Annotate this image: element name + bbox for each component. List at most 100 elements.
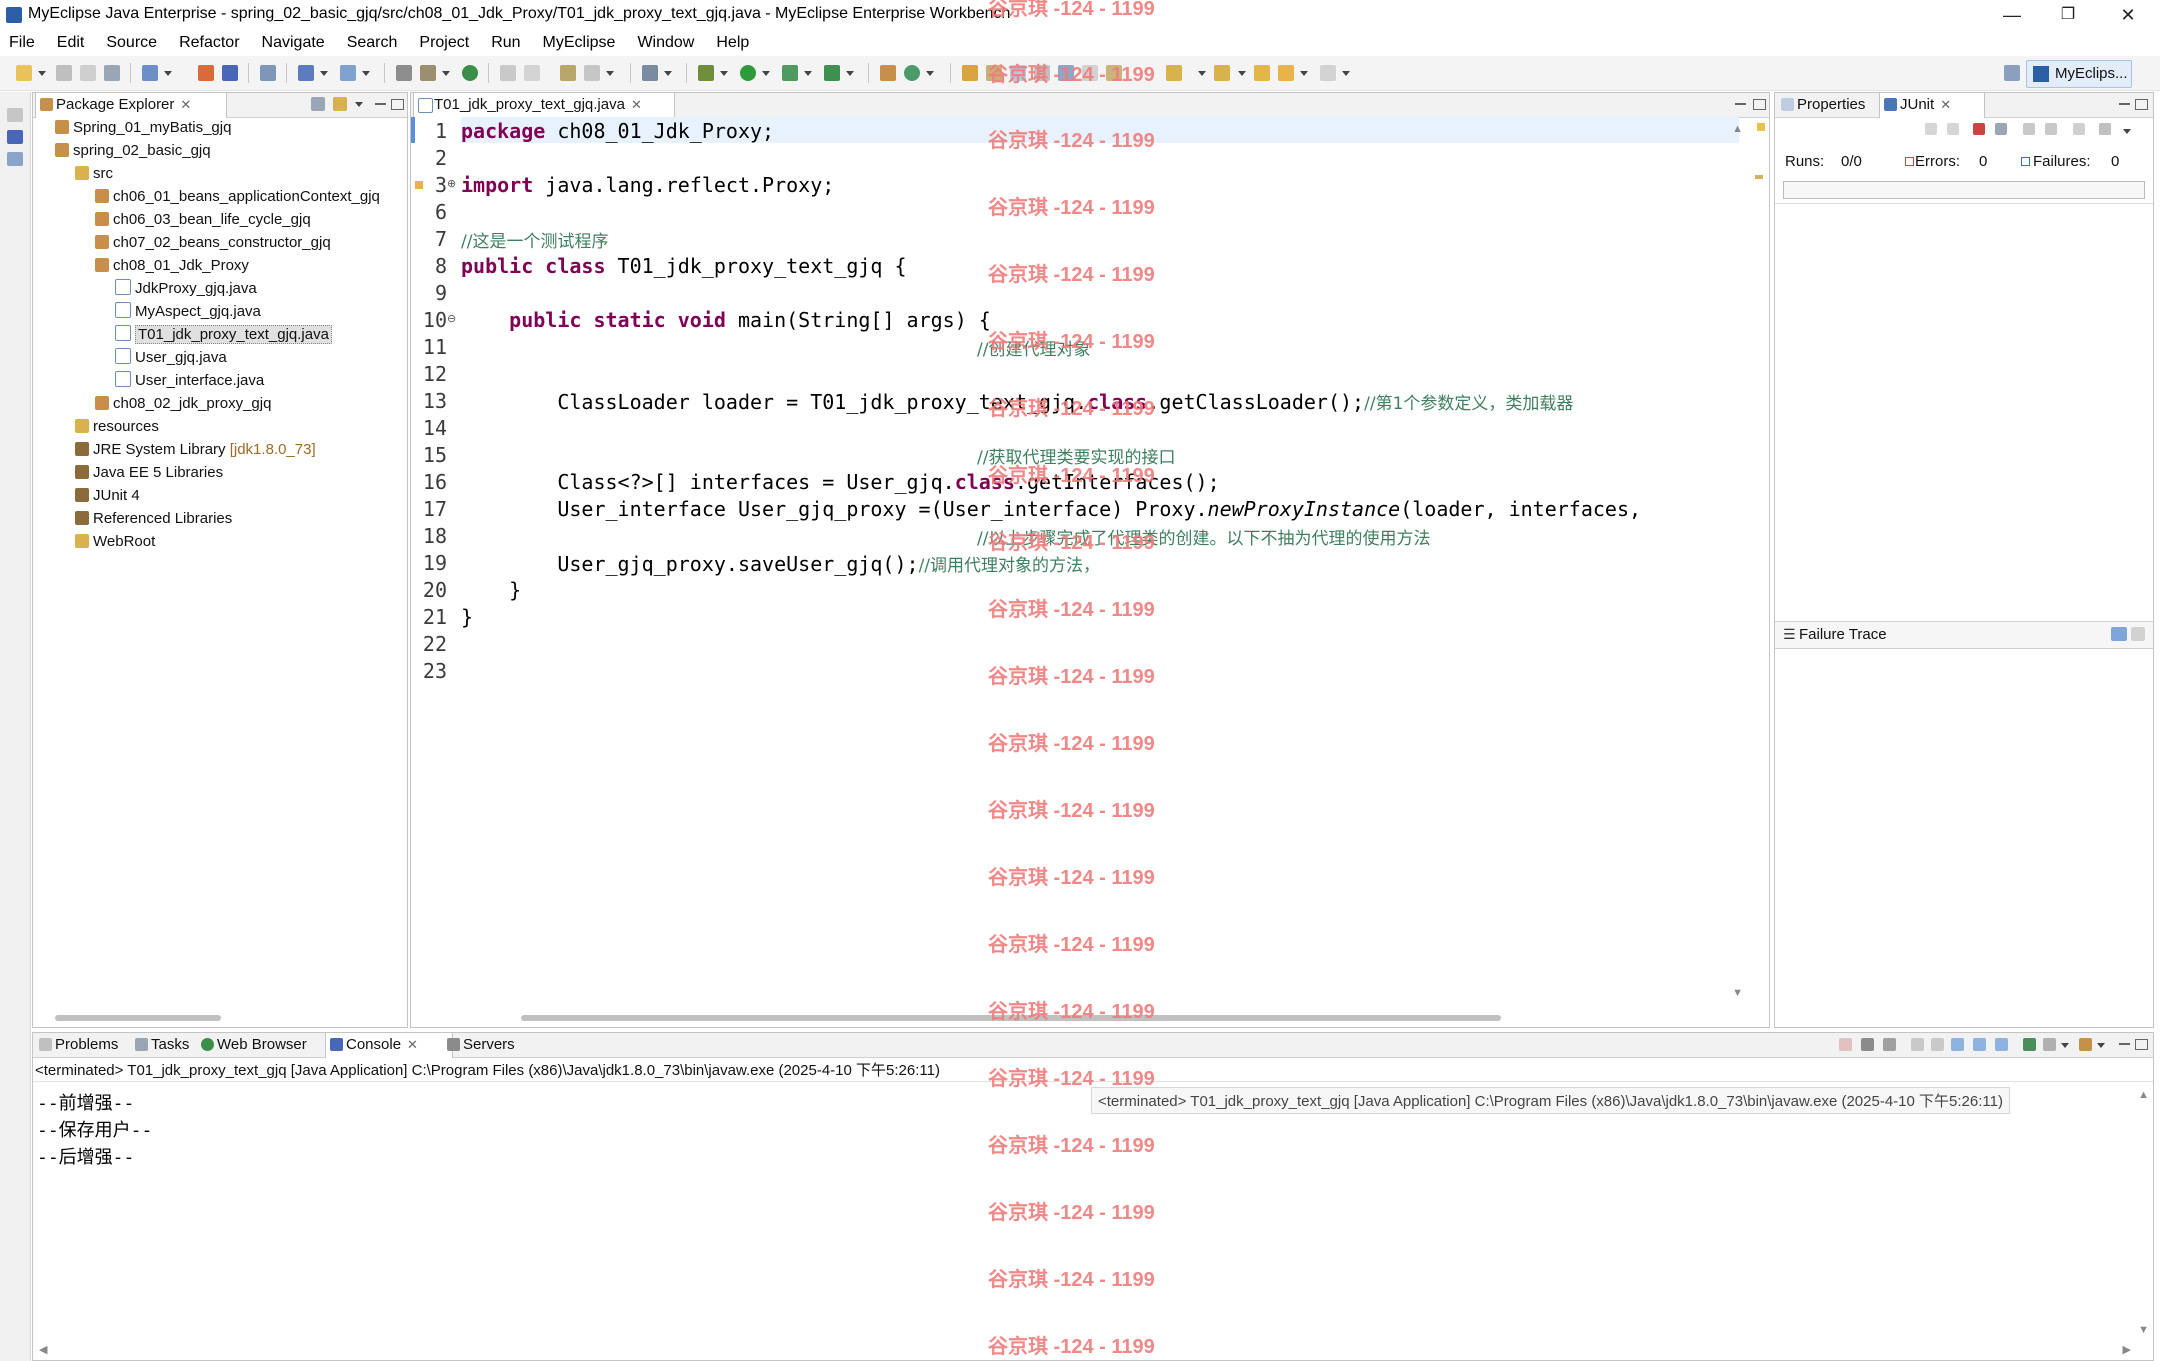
- tab-junit[interactable]: JUnit ✕: [1879, 92, 1985, 118]
- toggle-mark-icon[interactable]: [500, 65, 516, 81]
- maximize-editor-icon[interactable]: [1753, 99, 1766, 110]
- previous-failure-icon[interactable]: [1947, 123, 1959, 135]
- code-line-17[interactable]: User_interface User_gjq_proxy =(User_int…: [461, 497, 1641, 521]
- close-window-button[interactable]: ✕: [2100, 0, 2156, 30]
- rerun-failed-first-icon[interactable]: [2045, 123, 2057, 135]
- tree-package-ch08-01[interactable]: ch08_01_Jdk_Proxy: [95, 255, 249, 277]
- tree-webroot-folder[interactable]: WebRoot: [75, 531, 155, 553]
- next-annotation-icon[interactable]: [1166, 65, 1182, 81]
- scroll-up-icon[interactable]: ▲: [1732, 123, 1743, 135]
- show-failures-only-icon[interactable]: [1973, 123, 1985, 135]
- remove-launch-icon[interactable]: [1861, 1038, 1874, 1051]
- new-dropdown-icon[interactable]: [38, 71, 46, 76]
- new-class-dropdown-icon[interactable]: [926, 71, 934, 76]
- menu-refactor[interactable]: Refactor: [168, 30, 250, 56]
- save-icon[interactable]: [56, 65, 72, 81]
- open-type-icon[interactable]: [396, 65, 412, 81]
- tree-project-spring-01[interactable]: Spring_01_myBatis_gjq: [55, 117, 231, 139]
- minimize-editor-icon[interactable]: [1735, 103, 1746, 108]
- menu-run[interactable]: Run: [480, 30, 531, 56]
- scroll-lock-icon[interactable]: [1995, 123, 2007, 135]
- collapse-all-icon[interactable]: [311, 97, 325, 111]
- globe-icon[interactable]: [462, 65, 478, 81]
- debug-icon[interactable]: [698, 65, 714, 81]
- tab-web-browser[interactable]: Web Browser: [197, 1033, 341, 1057]
- next-annotation-dropdown-icon[interactable]: [1198, 71, 1206, 76]
- wizard-icon[interactable]: [298, 65, 314, 81]
- minimize-view-icon[interactable]: [2119, 103, 2130, 108]
- tree-package-ch06-03[interactable]: ch06_03_bean_life_cycle_gjq: [95, 209, 311, 231]
- debug-dropdown-icon[interactable]: [720, 71, 728, 76]
- close-icon[interactable]: ✕: [1940, 97, 1951, 112]
- deploy-dropdown-icon[interactable]: [164, 71, 172, 76]
- clear-console-icon[interactable]: [1911, 1038, 1924, 1051]
- highlight-icon[interactable]: [584, 65, 600, 81]
- code-line-10[interactable]: public static void main(String[] args) {: [461, 308, 991, 332]
- task-dropdown-icon[interactable]: [442, 71, 450, 76]
- run-dropdown-icon[interactable]: [762, 71, 770, 76]
- menu-source[interactable]: Source: [95, 30, 168, 56]
- tree-referenced-libraries[interactable]: Referenced Libraries: [75, 508, 232, 530]
- show-on-stdout-icon[interactable]: [1973, 1038, 1986, 1051]
- maximize-button[interactable]: ❐: [2040, 0, 2096, 30]
- package-explorer-hscrollbar[interactable]: [55, 1015, 221, 1021]
- code-line-3[interactable]: import java.lang.reflect.Proxy;: [461, 173, 834, 197]
- open-task-icon[interactable]: [420, 65, 436, 81]
- fold-collapse-icon[interactable]: ⊖: [447, 312, 456, 325]
- prev-annotation-dropdown-icon[interactable]: [1238, 71, 1246, 76]
- open-perspective-icon[interactable]: [2004, 65, 2020, 81]
- open-folder-icon[interactable]: [962, 65, 978, 81]
- external-tools-dropdown-icon[interactable]: [846, 71, 854, 76]
- tree-file-myaspect[interactable]: MyAspect_gjq.java: [115, 301, 261, 323]
- tree-file-t01-selected[interactable]: T01_jdk_proxy_text_gjq.java: [115, 324, 332, 346]
- menu-file[interactable]: File: [0, 30, 46, 56]
- view-menu-icon[interactable]: [355, 102, 363, 107]
- minimize-button[interactable]: —: [1984, 0, 2040, 30]
- terminal-icon[interactable]: [642, 65, 658, 81]
- stop-junit-icon[interactable]: [2073, 123, 2085, 135]
- close-icon[interactable]: ✕: [180, 97, 191, 112]
- forward-icon[interactable]: [1320, 65, 1336, 81]
- tree-package-ch06-01[interactable]: ch06_01_beans_applicationContext_gjq: [95, 186, 380, 208]
- perspective-myeclipse-button[interactable]: MyEclips...: [2026, 60, 2132, 88]
- wizard-dropdown-icon[interactable]: [320, 71, 328, 76]
- tree-javaee-libraries[interactable]: Java EE 5 Libraries: [75, 462, 223, 484]
- scroll-lock-icon[interactable]: [1931, 1038, 1944, 1051]
- tree-file-user-gjq[interactable]: User_gjq.java: [115, 347, 227, 369]
- coverage-dropdown-icon[interactable]: [804, 71, 812, 76]
- display-console-dropdown-icon[interactable]: [2061, 1043, 2069, 1048]
- junit-view-menu-icon[interactable]: [2123, 129, 2131, 134]
- menu-window[interactable]: Window: [626, 30, 705, 56]
- new-icon[interactable]: [16, 65, 32, 81]
- code-line-7[interactable]: //这是一个测试程序: [461, 227, 608, 252]
- console-scroll-up-icon[interactable]: ▲: [2138, 1089, 2149, 1101]
- display-console-icon[interactable]: [2043, 1038, 2056, 1051]
- search-dropdown-icon[interactable]: [362, 71, 370, 76]
- open-console-icon[interactable]: [2079, 1038, 2092, 1051]
- show-on-stderr-icon[interactable]: [1995, 1038, 2008, 1051]
- terminal-dropdown-icon[interactable]: [664, 71, 672, 76]
- console-scroll-left-icon[interactable]: ◀: [39, 1343, 47, 1356]
- menu-edit[interactable]: Edit: [46, 30, 96, 56]
- remove-all-terminated-icon[interactable]: [1883, 1038, 1896, 1051]
- close-icon[interactable]: ✕: [631, 97, 642, 112]
- code-line-1[interactable]: package ch08_01_Jdk_Proxy;: [461, 119, 774, 143]
- rerun-test-icon[interactable]: [2023, 123, 2035, 135]
- maximize-view-icon[interactable]: [2135, 1039, 2148, 1050]
- code-line-8[interactable]: public class T01_jdk_proxy_text_gjq {: [461, 254, 907, 278]
- code-line-20[interactable]: }: [461, 578, 521, 602]
- scroll-down-icon[interactable]: ▼: [1732, 987, 1743, 999]
- deploy-icon[interactable]: [142, 65, 158, 81]
- server-icon[interactable]: [198, 65, 214, 81]
- tab-package-explorer[interactable]: Package Explorer ✕: [35, 92, 227, 118]
- filter-stack-icon[interactable]: [2111, 627, 2127, 641]
- back-icon[interactable]: [1278, 65, 1294, 81]
- tab-properties[interactable]: Properties: [1777, 93, 1893, 117]
- save-all-icon[interactable]: [80, 65, 96, 81]
- tab-console[interactable]: Console ✕: [325, 1032, 453, 1058]
- tab-servers[interactable]: Servers: [443, 1033, 555, 1057]
- forward-dropdown-icon[interactable]: [1342, 71, 1350, 76]
- highlight-dropdown-icon[interactable]: [606, 71, 614, 76]
- tree-src-folder[interactable]: src: [75, 163, 113, 185]
- open-console-dropdown-icon[interactable]: [2097, 1043, 2105, 1048]
